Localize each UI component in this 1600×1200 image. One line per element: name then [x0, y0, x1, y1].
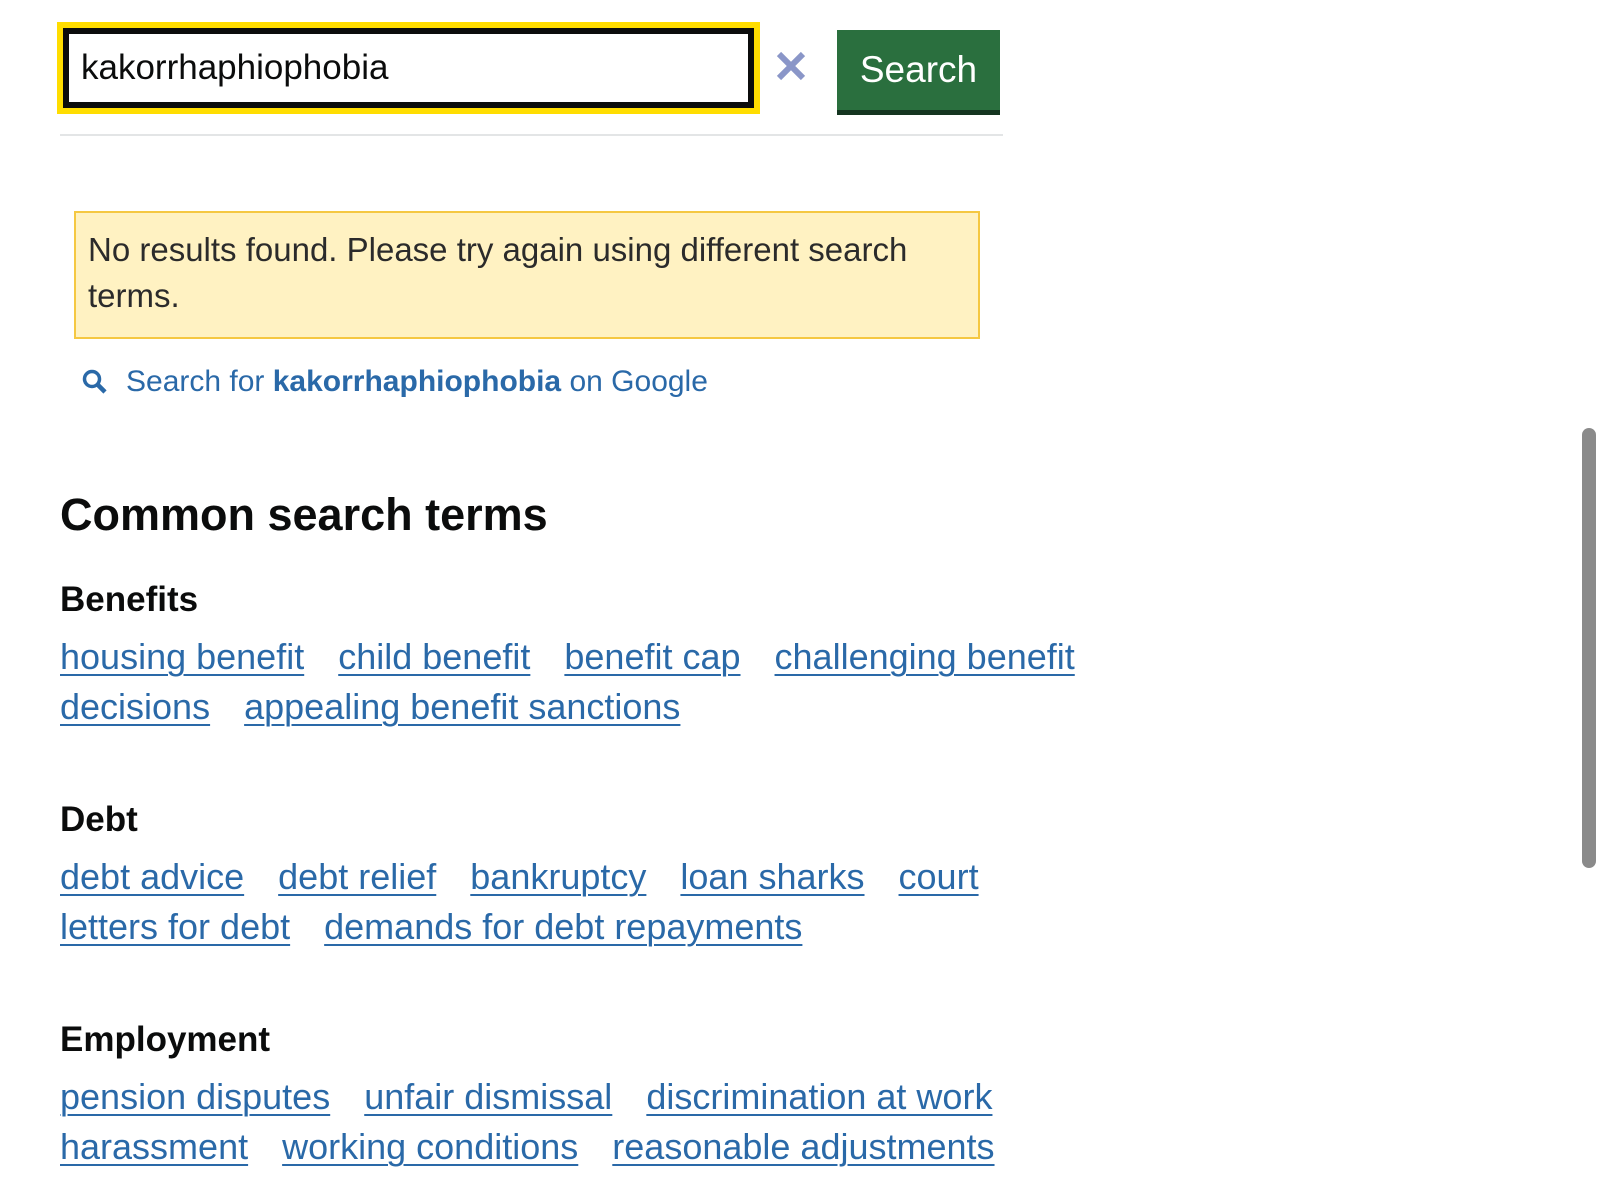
term-link[interactable]: reasonable adjustments: [612, 1126, 994, 1167]
divider: [60, 134, 1003, 136]
term-list: pension disputes unfair dismissal discri…: [60, 1072, 1080, 1172]
google-link-suffix: on Google: [569, 365, 708, 398]
category-title: Benefits: [60, 580, 199, 619]
term-link[interactable]: child benefit: [338, 636, 530, 677]
search-icon: [82, 369, 107, 394]
term-link[interactable]: appealing benefit sanctions: [244, 686, 680, 727]
search-results-page: Search No results found. Please try agai…: [0, 0, 1600, 1200]
term-link[interactable]: unfair dismissal: [364, 1076, 612, 1117]
term-link[interactable]: loan sharks: [680, 856, 864, 897]
search-input[interactable]: [63, 28, 754, 108]
scrollbar-thumb[interactable]: [1582, 428, 1596, 868]
common-search-terms-heading: Common search terms: [60, 489, 548, 540]
clear-search-button[interactable]: [769, 44, 813, 88]
category-debt: Debt debt advice debt relief bankruptcy …: [60, 798, 1080, 952]
google-link-query: kakorrhaphiophobia: [272, 365, 562, 398]
category-title: Debt: [60, 800, 138, 839]
google-search-link[interactable]: Search for kakorrhaphiophobia on Google: [80, 362, 708, 402]
term-link[interactable]: housing benefit: [60, 636, 304, 677]
term-link[interactable]: harassment: [60, 1126, 248, 1167]
term-link[interactable]: debt advice: [60, 856, 244, 897]
term-link[interactable]: working conditions: [282, 1126, 578, 1167]
category-employment: Employment pension disputes unfair dismi…: [60, 1018, 1080, 1172]
close-icon: [776, 51, 806, 81]
term-list: debt advice debt relief bankruptcy loan …: [60, 852, 1080, 952]
term-link[interactable]: benefit cap: [564, 636, 740, 677]
term-link[interactable]: discrimination at work: [646, 1076, 992, 1117]
search-button[interactable]: Search: [837, 30, 1000, 110]
no-results-text: No results found. Please try again using…: [88, 231, 908, 314]
no-results-notice: No results found. Please try again using…: [74, 211, 980, 339]
google-link-prefix: Search for: [126, 365, 265, 398]
term-link[interactable]: bankruptcy: [470, 856, 646, 897]
term-list: housing benefit child benefit benefit ca…: [60, 632, 1080, 732]
term-link[interactable]: debt relief: [278, 856, 436, 897]
search-bar: Search: [57, 22, 1003, 114]
term-link[interactable]: pension disputes: [60, 1076, 330, 1117]
category-benefits: Benefits housing benefit child benefit b…: [60, 578, 1080, 732]
category-title: Employment: [60, 1020, 271, 1059]
term-link[interactable]: demands for debt repayments: [324, 906, 802, 947]
